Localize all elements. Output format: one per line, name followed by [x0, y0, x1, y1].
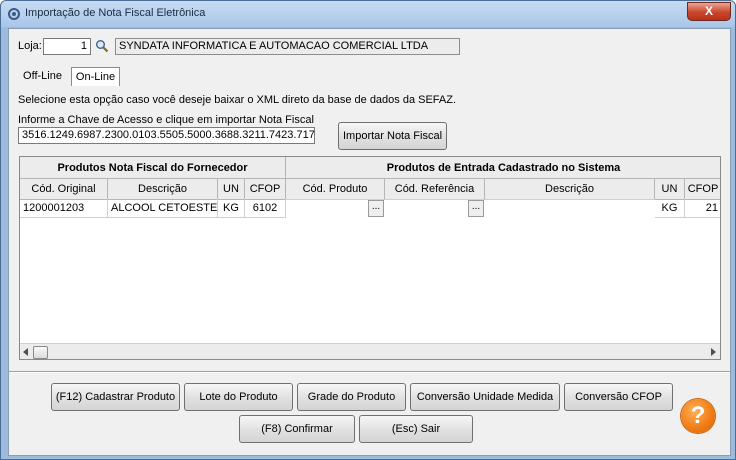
products-grid: Produtos Nota Fiscal do Fornecedor Produ… [19, 156, 721, 360]
product-grid-button[interactable]: Grade do Produto [297, 383, 406, 411]
scrollbar-thumb[interactable] [33, 346, 48, 359]
close-button[interactable]: X [687, 2, 731, 21]
cell-cfop-sistema[interactable]: 21 [685, 199, 720, 218]
store-name-field: SYNDATA INFORMATICA E AUTOMACAO COMERCIA… [115, 38, 460, 55]
divider [9, 371, 730, 373]
store-number-input[interactable]: 1 [43, 38, 91, 55]
cell-cod-original[interactable]: 1200001203 [20, 199, 108, 218]
dialog-body: Loja: 1 SYNDATA INFORMATICA E AUTOMACAO … [8, 28, 731, 456]
col-header-cod-produto[interactable]: Cód. Produto [286, 179, 385, 200]
exit-button[interactable]: (Esc) Sair [359, 415, 473, 443]
col-header-descricao-sistema[interactable]: Descrição [485, 179, 655, 200]
col-header-cod-original[interactable]: Cód. Original [20, 179, 108, 200]
tab-on-line[interactable]: On-Line [71, 67, 120, 86]
unit-conversion-button[interactable]: Conversão Unidade Medida [410, 383, 560, 411]
cell-un[interactable]: KG [218, 199, 245, 218]
cod-referencia-lookup-button[interactable]: ... [468, 200, 484, 217]
app-icon [8, 8, 20, 20]
title-bar[interactable]: Importação de Nota Fiscal Eletrônica X [1, 1, 735, 27]
import-invoice-button[interactable]: Importar Nota Fiscal [338, 122, 447, 150]
col-header-cfop-sistema[interactable]: CFOP [685, 179, 720, 200]
col-header-un[interactable]: UN [218, 179, 245, 200]
col-header-un-sistema[interactable]: UN [655, 179, 685, 200]
register-product-button[interactable]: (F12) Cadastrar Produto [51, 383, 180, 411]
group-header-system: Produtos de Entrada Cadastrado no Sistem… [286, 157, 720, 179]
application-window: Importação de Nota Fiscal Eletrônica X L… [0, 0, 736, 460]
tab-off-line[interactable]: Off-Line [18, 67, 67, 86]
access-key-input[interactable]: 3516.1249.6987.2300.0103.5505.5000.3688.… [18, 127, 315, 144]
product-batch-button[interactable]: Lote do Produto [184, 383, 293, 411]
store-label: Loja: [18, 40, 42, 52]
col-header-cfop[interactable]: CFOP [245, 179, 286, 200]
search-icon[interactable] [95, 39, 109, 53]
scroll-right-icon[interactable] [709, 348, 717, 356]
sefaz-description: Selecione esta opção caso você deseje ba… [18, 94, 457, 106]
cod-produto-lookup-button[interactable]: ... [368, 200, 384, 217]
horizontal-scrollbar[interactable] [20, 343, 720, 359]
scroll-left-icon[interactable] [22, 348, 30, 356]
group-header-supplier: Produtos Nota Fiscal do Fornecedor [20, 157, 286, 179]
window-title: Importação de Nota Fiscal Eletrônica [25, 7, 206, 19]
cell-descricao-sistema[interactable] [485, 199, 655, 200]
access-key-label: Informe a Chave de Acesso e clique em im… [18, 114, 314, 126]
col-header-cod-referencia[interactable]: Cód. Referência [385, 179, 485, 200]
cell-descricao[interactable]: ALCOOL CETOESTEA [108, 199, 218, 218]
col-header-descricao[interactable]: Descrição [108, 179, 218, 200]
confirm-button[interactable]: (F8) Confirmar [239, 415, 355, 443]
cfop-conversion-button[interactable]: Conversão CFOP [564, 383, 673, 411]
help-icon[interactable]: ? [681, 399, 715, 433]
cell-cfop[interactable]: 6102 [245, 199, 286, 218]
cell-un-sistema[interactable]: KG [655, 199, 685, 218]
